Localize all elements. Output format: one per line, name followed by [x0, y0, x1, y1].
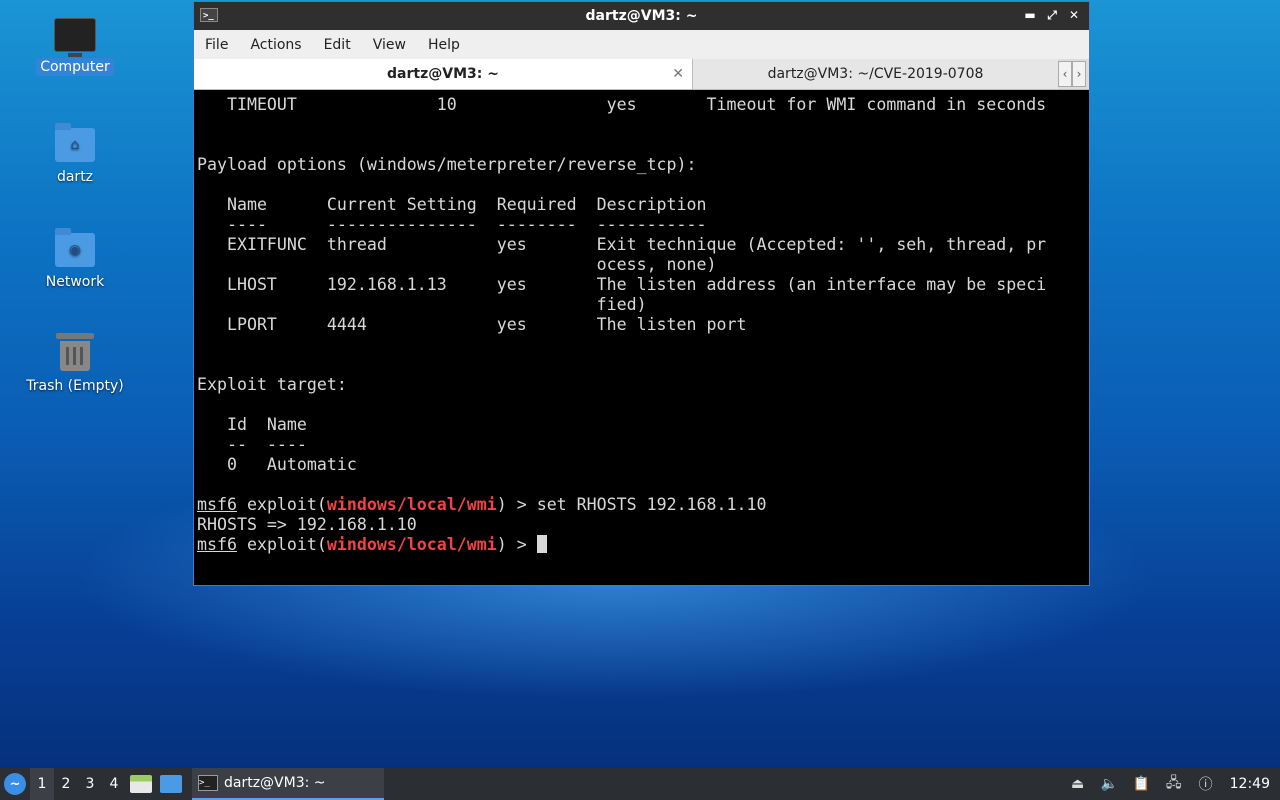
- tab-scroll-right-icon[interactable]: ›: [1072, 61, 1086, 87]
- tab-cve[interactable]: dartz@VM3: ~/CVE-2019-0708: [693, 59, 1058, 89]
- terminal-window: >_ dartz@VM3: ~ ▬ ⤢ ✕ File Actions Edit …: [193, 1, 1090, 586]
- workspace-4[interactable]: 4: [102, 768, 126, 800]
- volume-icon[interactable]: 🔈: [1100, 775, 1120, 793]
- desktop-icon-network[interactable]: ◉ Network: [20, 228, 130, 291]
- maximize-icon[interactable]: ⤢: [1043, 6, 1061, 24]
- taskbar-task-terminal[interactable]: >_ dartz@VM3: ~: [192, 768, 384, 800]
- window-title: dartz@VM3: ~: [585, 8, 698, 24]
- prompt-suffix: ) >: [496, 495, 537, 514]
- workspace-2[interactable]: 2: [54, 768, 78, 800]
- desktop-icon-trash[interactable]: Trash (Empty): [20, 333, 130, 395]
- prompt-module: windows/local/wmi: [326, 495, 497, 514]
- taskbar: ~ 1 2 3 4 >_ dartz@VM3: ~ ⏏ 🔈 📋 🖧 ⓘ 12:4…: [0, 768, 1280, 800]
- menu-edit[interactable]: Edit: [313, 37, 362, 53]
- prompt-exploit: exploit(: [236, 535, 327, 554]
- clock[interactable]: 12:49: [1230, 776, 1270, 792]
- terminal-command-line: msf6 exploit(windows/local/wmi) > set RH…: [197, 495, 1089, 515]
- window-titlebar[interactable]: >_ dartz@VM3: ~ ▬ ⤢ ✕: [194, 2, 1089, 30]
- terminal-output[interactable]: TIMEOUT 10 yes Timeout for WMI command i…: [194, 91, 1089, 585]
- menu-actions[interactable]: Actions: [239, 37, 312, 53]
- computer-icon: [54, 18, 96, 57]
- minimize-icon[interactable]: ▬: [1021, 6, 1039, 24]
- prompt-module: windows/local/wmi: [326, 535, 497, 554]
- menu-view[interactable]: View: [362, 37, 417, 53]
- workspace-1[interactable]: 1: [30, 768, 54, 800]
- text-cursor: [536, 535, 547, 553]
- menu-help[interactable]: Help: [417, 37, 471, 53]
- command-output: RHOSTS => 192.168.1.10: [197, 515, 417, 534]
- file-manager-launcher-icon[interactable]: [130, 775, 152, 793]
- notification-icon[interactable]: ⓘ: [1196, 775, 1216, 793]
- menubar: File Actions Edit View Help: [194, 30, 1089, 59]
- terminal-task-icon: >_: [198, 775, 218, 791]
- clipboard-icon[interactable]: 📋: [1132, 775, 1152, 793]
- terminal-prompt-line: msf6 exploit(windows/local/wmi) >: [197, 535, 1089, 555]
- menu-file[interactable]: File: [194, 37, 239, 53]
- terminal-history: TIMEOUT 10 yes Timeout for WMI command i…: [197, 95, 1047, 474]
- desktop-icon-label: Computer: [36, 58, 114, 76]
- network-folder-icon: ◉: [55, 228, 95, 267]
- close-icon[interactable]: ✕: [1065, 6, 1083, 24]
- desktop-icon-label: dartz: [56, 169, 94, 185]
- trash-icon: [56, 333, 94, 371]
- tab-label: dartz@VM3: ~/CVE-2019-0708: [767, 66, 984, 82]
- desktop-icon-home[interactable]: ⌂ dartz: [20, 123, 130, 186]
- tab-home[interactable]: dartz@VM3: ~ ✕: [194, 59, 693, 89]
- terminal-app-icon: >_: [200, 8, 218, 22]
- desktop-icon-computer[interactable]: Computer: [20, 18, 130, 76]
- show-desktop-icon[interactable]: [160, 775, 182, 793]
- prompt-suffix: ) >: [496, 535, 537, 554]
- desktop-icon-label: Trash (Empty): [26, 378, 124, 394]
- prompt-exploit: exploit(: [236, 495, 327, 514]
- eject-icon[interactable]: ⏏: [1068, 775, 1088, 793]
- app-menu-icon: ~: [4, 773, 26, 795]
- tab-bar: dartz@VM3: ~ ✕ dartz@VM3: ~/CVE-2019-070…: [194, 59, 1089, 90]
- command-text: set RHOSTS 192.168.1.10: [536, 495, 767, 514]
- system-tray: ⏏ 🔈 📋 🖧 ⓘ 12:49: [1062, 768, 1280, 800]
- prompt-prefix: msf6: [197, 535, 237, 554]
- start-menu-button[interactable]: ~: [0, 768, 30, 800]
- tab-label: dartz@VM3: ~: [387, 66, 499, 82]
- tab-scroll-left-icon[interactable]: ‹: [1058, 61, 1072, 87]
- workspace-3[interactable]: 3: [78, 768, 102, 800]
- task-label: dartz@VM3: ~: [224, 775, 326, 791]
- home-folder-icon: ⌂: [55, 123, 95, 162]
- prompt-prefix: msf6: [197, 495, 237, 514]
- tab-close-icon[interactable]: ✕: [672, 66, 684, 82]
- desktop-icon-label: Network: [45, 274, 105, 290]
- network-icon[interactable]: 🖧: [1164, 775, 1184, 793]
